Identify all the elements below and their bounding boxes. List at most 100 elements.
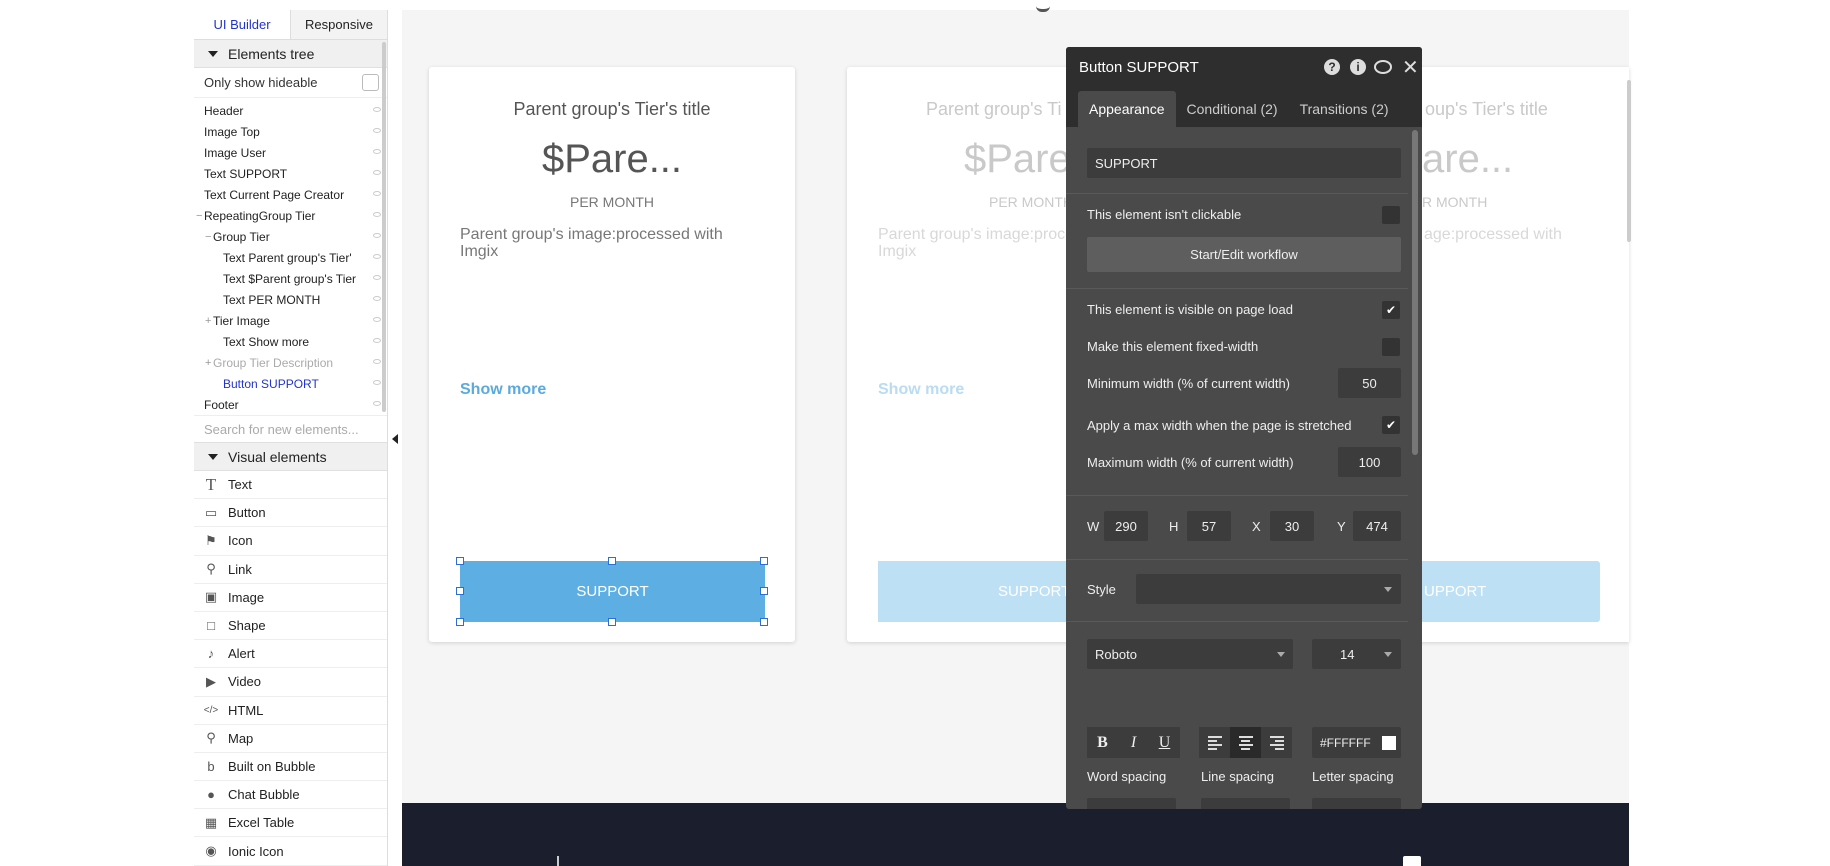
resize-handle[interactable]: [760, 618, 768, 626]
expand-icon[interactable]: +: [205, 315, 213, 327]
visual-element-item[interactable]: ◉ Ionic Icon: [194, 837, 387, 866]
tree-item[interactable]: Text Current Page Creator: [194, 184, 387, 205]
visible-on-load-checkbox[interactable]: ✔: [1382, 301, 1400, 319]
info-icon[interactable]: i: [1350, 59, 1366, 75]
min-width-input[interactable]: 50: [1338, 368, 1401, 398]
align-center-icon[interactable]: [1230, 727, 1261, 758]
eye-icon[interactable]: [373, 401, 381, 406]
tree-item[interactable]: − Group Tier: [194, 226, 387, 247]
start-edit-workflow-button[interactable]: Start/Edit workflow: [1087, 237, 1401, 272]
visual-element-item[interactable]: ⚑ Icon: [194, 527, 387, 556]
resize-handle[interactable]: [760, 557, 768, 565]
line-spacing-dropdown[interactable]: 1: [1201, 798, 1290, 809]
sidebar-scrollbar[interactable]: [382, 42, 386, 412]
property-editor-scrollbar[interactable]: [1412, 130, 1418, 455]
visual-element-item[interactable]: b Built on Bubble: [194, 753, 387, 782]
eye-icon[interactable]: [373, 107, 381, 112]
eye-icon[interactable]: [373, 380, 381, 385]
tier-card[interactable]: oup's Tier's title are... R MONTH age:pr…: [1420, 67, 1629, 642]
eye-icon[interactable]: [373, 170, 381, 175]
property-editor-header[interactable]: Button SUPPORT ? i ✕: [1066, 47, 1422, 87]
tree-item[interactable]: Text PER MONTH: [194, 289, 387, 310]
tree-item[interactable]: − RepeatingGroup Tier: [194, 205, 387, 226]
letter-spacing-dropdown[interactable]: 0: [1312, 798, 1401, 809]
eye-icon[interactable]: [373, 296, 381, 301]
page-footer[interactable]: [402, 803, 1629, 866]
tree-item[interactable]: Text SUPPORT: [194, 163, 387, 184]
eye-icon[interactable]: [373, 338, 381, 343]
eye-icon[interactable]: [373, 212, 381, 217]
color-swatch[interactable]: [1382, 736, 1396, 750]
visual-element-item[interactable]: </> HTML: [194, 697, 387, 725]
elements-tree-header[interactable]: Elements tree: [194, 40, 387, 68]
visual-element-item[interactable]: T Text: [194, 471, 387, 500]
visual-elements-header[interactable]: Visual elements: [194, 443, 387, 471]
eye-icon[interactable]: [373, 275, 381, 280]
close-icon[interactable]: ✕: [1402, 55, 1419, 80]
resize-handle[interactable]: [608, 557, 616, 565]
y-input[interactable]: 474: [1353, 511, 1401, 541]
tree-item[interactable]: Text $Parent group's Tier: [194, 268, 387, 289]
underline-button[interactable]: U: [1149, 727, 1180, 758]
eye-icon[interactable]: [373, 149, 381, 154]
fixed-width-checkbox[interactable]: [1382, 338, 1400, 356]
max-width-input[interactable]: 100: [1338, 447, 1401, 477]
eye-icon[interactable]: [373, 128, 381, 133]
eye-icon[interactable]: [373, 359, 381, 364]
tree-item[interactable]: + Group Tier Description: [194, 352, 387, 373]
resize-handle[interactable]: [456, 618, 464, 626]
canvas-scrollbar[interactable]: [1627, 80, 1631, 242]
tree-item[interactable]: Text Show more: [194, 331, 387, 352]
tree-item[interactable]: + Tier Image: [194, 310, 387, 331]
collapse-sidebar-icon[interactable]: [392, 434, 398, 444]
max-width-checkbox[interactable]: ✔: [1382, 416, 1400, 434]
eye-icon[interactable]: [373, 233, 381, 238]
align-right-icon[interactable]: [1261, 727, 1292, 758]
align-left-icon[interactable]: [1199, 727, 1230, 758]
visual-element-item[interactable]: ▦ Excel Table: [194, 809, 387, 838]
show-more-link[interactable]: Show more: [460, 381, 546, 399]
visual-element-item[interactable]: ● Chat Bubble: [194, 781, 387, 810]
show-more-link[interactable]: Show more: [878, 381, 964, 399]
word-spacing-dropdown[interactable]: 0: [1087, 798, 1176, 809]
eye-icon[interactable]: [373, 317, 381, 322]
visual-element-item[interactable]: ♪ Alert: [194, 640, 387, 669]
support-button[interactable]: SUPPORT: [460, 561, 765, 622]
tier-card[interactable]: Parent group's Tier's title $Pare... PER…: [429, 67, 795, 642]
button-text-input[interactable]: SUPPORT: [1087, 148, 1401, 178]
expand-icon[interactable]: +: [205, 357, 213, 369]
tab-conditional[interactable]: Conditional (2): [1176, 91, 1289, 127]
visual-element-item[interactable]: ▣ Image: [194, 584, 387, 612]
collapse-icon[interactable]: −: [205, 231, 213, 243]
visual-element-item[interactable]: ⚲ Map: [194, 725, 387, 753]
tree-item[interactable]: Text Parent group's Tier': [194, 247, 387, 268]
visual-element-item[interactable]: □ Shape: [194, 612, 387, 641]
tree-item[interactable]: Footer: [194, 394, 387, 415]
comment-icon[interactable]: [1374, 60, 1392, 74]
width-input[interactable]: 290: [1104, 511, 1148, 541]
only-show-hideable-checkbox[interactable]: [362, 74, 379, 91]
italic-button[interactable]: I: [1118, 727, 1149, 758]
text-color-input[interactable]: #FFFFFF: [1312, 727, 1401, 758]
resize-handle[interactable]: [760, 587, 768, 595]
tree-item[interactable]: Header: [194, 100, 387, 121]
tree-item[interactable]: Button SUPPORT: [194, 373, 387, 394]
eye-icon[interactable]: [373, 254, 381, 259]
resize-handle[interactable]: [456, 587, 464, 595]
support-button[interactable]: UPPORT: [1420, 561, 1600, 622]
not-clickable-checkbox[interactable]: [1382, 206, 1400, 224]
resize-handle[interactable]: [456, 557, 464, 565]
tab-appearance[interactable]: Appearance: [1078, 91, 1176, 127]
help-icon[interactable]: ?: [1324, 59, 1340, 75]
x-input[interactable]: 30: [1270, 511, 1314, 541]
visual-element-item[interactable]: ▭ Button: [194, 499, 387, 528]
collapse-icon[interactable]: −: [196, 210, 204, 222]
tab-ui-builder[interactable]: UI Builder: [194, 10, 290, 39]
bold-button[interactable]: B: [1087, 727, 1118, 758]
visual-element-item[interactable]: ⚲ Link: [194, 556, 387, 584]
font-size-dropdown[interactable]: 14: [1312, 639, 1401, 669]
page-canvas[interactable]: Parent group's Tier's title $Pare... PER…: [402, 9, 1629, 866]
height-input[interactable]: 57: [1187, 511, 1231, 541]
tab-responsive[interactable]: Responsive: [290, 10, 387, 39]
style-dropdown[interactable]: [1136, 574, 1401, 604]
